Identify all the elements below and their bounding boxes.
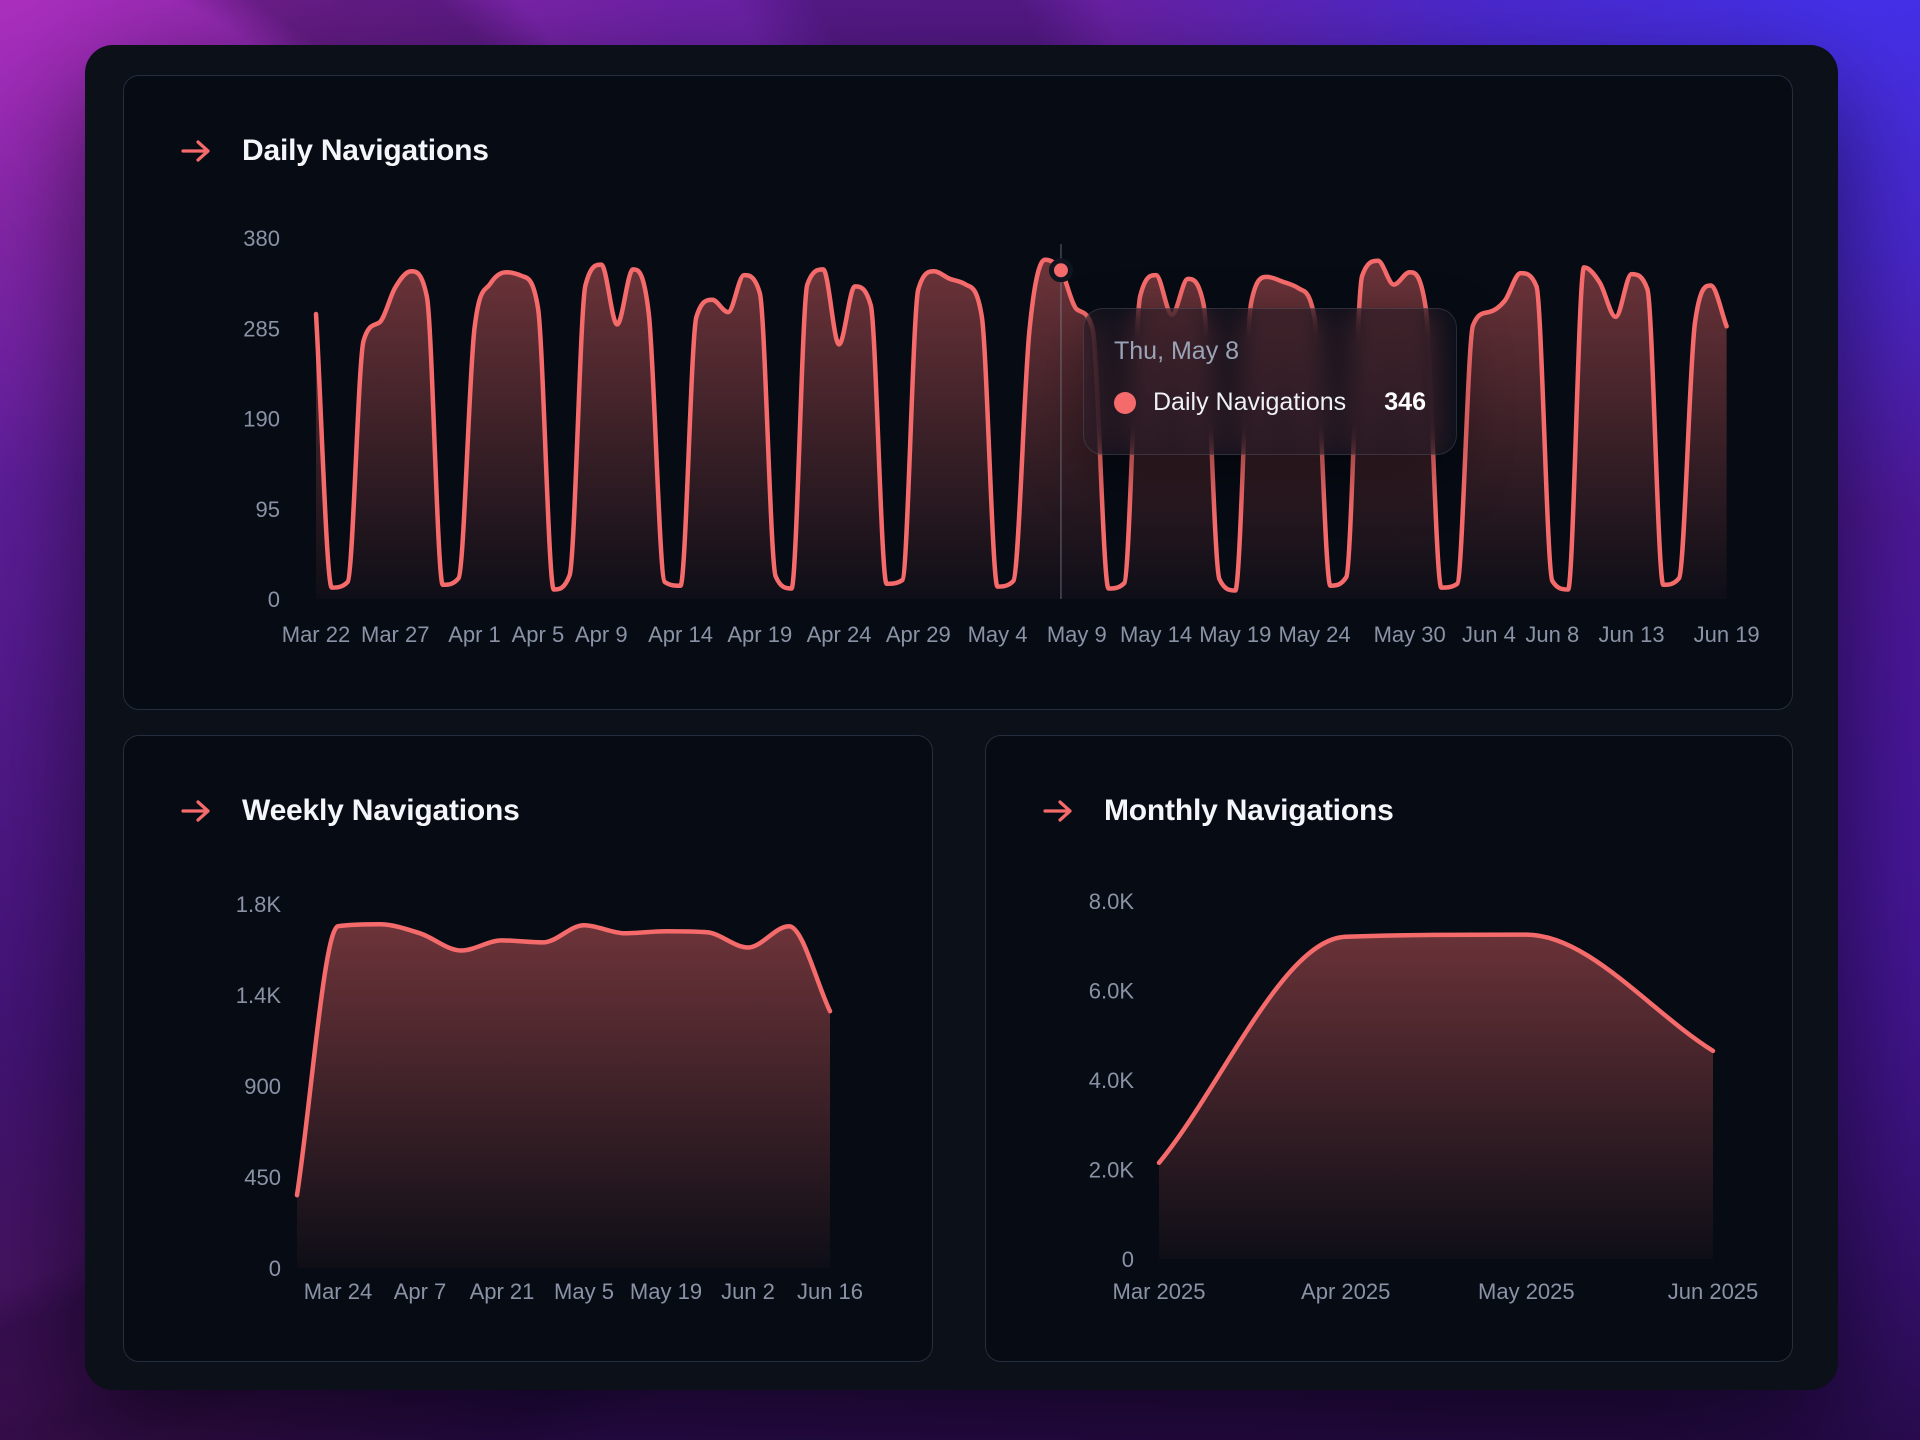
svg-text:4.0K: 4.0K bbox=[1089, 1068, 1135, 1093]
svg-text:Jun 19: Jun 19 bbox=[1694, 622, 1760, 647]
svg-text:190: 190 bbox=[243, 407, 280, 432]
daily-navigations-card: 0 95 190 285 380 Mar 22 Mar 27 Apr 1 Apr 5 Apr 9 A… bbox=[123, 75, 1793, 710]
svg-text:Apr 2025: Apr 2025 bbox=[1301, 1279, 1390, 1304]
weekly-card-header: Weekly Navigations bbox=[180, 794, 520, 828]
svg-text:2.0K: 2.0K bbox=[1089, 1158, 1135, 1183]
svg-text:Apr 1: Apr 1 bbox=[448, 622, 501, 647]
svg-text:Mar 24: Mar 24 bbox=[304, 1279, 372, 1304]
svg-text:Apr 21: Apr 21 bbox=[470, 1279, 535, 1304]
monthly-card-header: Monthly Navigations bbox=[1042, 794, 1394, 828]
svg-text:Mar 22: Mar 22 bbox=[282, 622, 350, 647]
weekly-chart-title: Weekly Navigations bbox=[242, 794, 520, 828]
svg-text:1.8K: 1.8K bbox=[236, 892, 282, 917]
svg-text:1.4K: 1.4K bbox=[236, 983, 282, 1008]
arrow-right-icon bbox=[180, 798, 212, 824]
tooltip-date: Thu, May 8 bbox=[1114, 337, 1426, 366]
svg-text:8.0K: 8.0K bbox=[1089, 889, 1135, 914]
svg-text:Apr 5: Apr 5 bbox=[512, 622, 565, 647]
svg-text:May 5: May 5 bbox=[554, 1279, 614, 1304]
svg-text:May 19: May 19 bbox=[1199, 622, 1271, 647]
arrow-right-icon bbox=[180, 138, 212, 164]
svg-text:Jun 2025: Jun 2025 bbox=[1668, 1279, 1759, 1304]
weekly-navigations-card: 0 450 900 1.4K 1.8K Mar 24 Apr 7 Apr 21 May 5 May… bbox=[123, 735, 933, 1362]
svg-text:May 2025: May 2025 bbox=[1478, 1279, 1575, 1304]
svg-text:Jun 8: Jun 8 bbox=[1525, 622, 1579, 647]
arrow-right-icon bbox=[1042, 798, 1074, 824]
daily-chart-title: Daily Navigations bbox=[242, 134, 489, 168]
svg-text:380: 380 bbox=[243, 226, 280, 251]
svg-text:Mar 2025: Mar 2025 bbox=[1113, 1279, 1206, 1304]
svg-text:0: 0 bbox=[269, 1256, 281, 1281]
svg-text:Apr 19: Apr 19 bbox=[727, 622, 792, 647]
svg-text:95: 95 bbox=[256, 497, 280, 522]
daily-chart[interactable]: 0 95 190 285 380 Mar 22 Mar 27 Apr 1 Apr 5 Apr 9 A… bbox=[124, 76, 1792, 709]
svg-text:0: 0 bbox=[268, 587, 280, 612]
svg-text:Jun 16: Jun 16 bbox=[797, 1279, 863, 1304]
monthly-chart[interactable]: 0 2.0K 4.0K 6.0K 8.0K Mar 2025 Apr 2025 May 202… bbox=[986, 736, 1792, 1361]
app-window: 0 95 190 285 380 Mar 22 Mar 27 Apr 1 Apr 5 Apr 9 A… bbox=[85, 45, 1838, 1390]
svg-text:Apr 9: Apr 9 bbox=[575, 622, 628, 647]
tooltip-value: 346 bbox=[1384, 388, 1426, 417]
svg-text:Apr 24: Apr 24 bbox=[807, 622, 872, 647]
svg-text:450: 450 bbox=[244, 1165, 281, 1190]
svg-text:May 9: May 9 bbox=[1047, 622, 1107, 647]
chart-tooltip: Thu, May 8 Daily Navigations 346 bbox=[1083, 308, 1457, 455]
svg-text:6.0K: 6.0K bbox=[1089, 979, 1135, 1004]
monthly-navigations-card: 0 2.0K 4.0K 6.0K 8.0K Mar 2025 Apr 2025 May 202… bbox=[985, 735, 1793, 1362]
svg-text:Apr 7: Apr 7 bbox=[394, 1279, 447, 1304]
svg-text:900: 900 bbox=[244, 1074, 281, 1099]
series-dot-icon bbox=[1114, 392, 1136, 414]
tooltip-row: Daily Navigations 346 bbox=[1114, 388, 1426, 417]
tooltip-series-label: Daily Navigations bbox=[1153, 388, 1346, 417]
svg-text:285: 285 bbox=[243, 316, 280, 341]
svg-text:May 4: May 4 bbox=[968, 622, 1028, 647]
svg-text:May 14: May 14 bbox=[1120, 622, 1192, 647]
svg-text:May 30: May 30 bbox=[1374, 622, 1446, 647]
monthly-chart-title: Monthly Navigations bbox=[1104, 794, 1394, 828]
svg-text:Mar 27: Mar 27 bbox=[361, 622, 429, 647]
weekly-chart[interactable]: 0 450 900 1.4K 1.8K Mar 24 Apr 7 Apr 21 May 5 May… bbox=[124, 736, 932, 1361]
svg-text:Apr 29: Apr 29 bbox=[886, 622, 951, 647]
svg-text:May 24: May 24 bbox=[1278, 622, 1350, 647]
daily-card-header: Daily Navigations bbox=[180, 134, 489, 168]
svg-text:Jun 2: Jun 2 bbox=[721, 1279, 775, 1304]
svg-text:Apr 14: Apr 14 bbox=[648, 622, 713, 647]
svg-text:0: 0 bbox=[1122, 1247, 1134, 1272]
svg-text:May 19: May 19 bbox=[630, 1279, 702, 1304]
svg-text:Jun 13: Jun 13 bbox=[1599, 622, 1665, 647]
svg-text:Jun 4: Jun 4 bbox=[1462, 622, 1516, 647]
